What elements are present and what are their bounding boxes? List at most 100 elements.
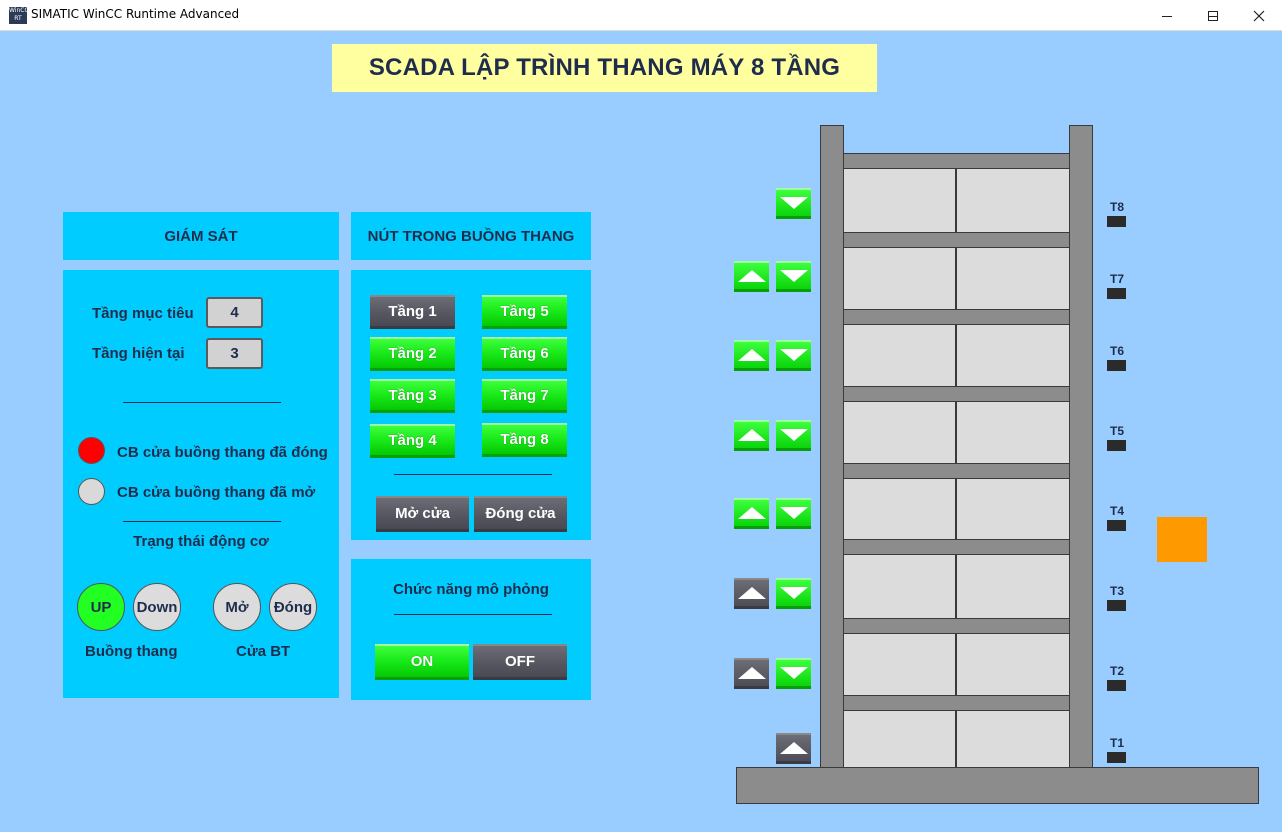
- up-arrow-icon: [737, 270, 766, 282]
- floor-beam: [844, 618, 1069, 634]
- hall-call-down-t2[interactable]: [776, 658, 811, 689]
- floor-room: [957, 634, 1069, 695]
- floor-room: [844, 555, 955, 618]
- floor-room: [844, 711, 955, 767]
- cabin-floor-8-button[interactable]: Tầng 8: [482, 423, 567, 457]
- wincc-app-icon: WinCC RT: [9, 7, 29, 24]
- floor-sensor-t2: [1107, 680, 1126, 691]
- floor-room: [957, 711, 1069, 767]
- open-door-button[interactable]: Mở cửa: [376, 496, 469, 532]
- cabin-floor-5-button[interactable]: Tầng 5: [482, 295, 567, 329]
- floor-sensor-t1: [1107, 752, 1126, 763]
- floor-room: [844, 479, 955, 539]
- door-open-indicator: [78, 478, 105, 505]
- floor-sensor-t4: [1107, 520, 1126, 531]
- floor-label-t6: T6: [1110, 344, 1125, 358]
- simulation-title: Chức năng mô phỏng: [393, 581, 549, 598]
- minimize-button-real[interactable]: [1144, 0, 1190, 31]
- current-floor-value: 3: [206, 338, 263, 369]
- door-label: Cửa BT: [236, 643, 291, 660]
- hall-call-up-t7[interactable]: [734, 261, 769, 292]
- cabin-floor-2-button[interactable]: Tầng 2: [370, 337, 455, 371]
- simulation-on-button[interactable]: ON: [375, 644, 469, 680]
- down-arrow-icon: [779, 197, 808, 209]
- hall-call-up-t6[interactable]: [734, 340, 769, 371]
- up-arrow-icon: [737, 349, 766, 361]
- floor-room: [957, 402, 1069, 463]
- target-floor-value: 4: [206, 297, 263, 328]
- down-arrow-icon: [779, 667, 808, 679]
- monitor-title: GIÁM SÁT: [164, 227, 238, 245]
- close-icon: [1253, 10, 1265, 21]
- hall-call-up-t4[interactable]: [734, 498, 769, 529]
- floor-room: [844, 634, 955, 695]
- floor-label-t3: T3: [1110, 584, 1125, 598]
- cabin-buttons-title: NÚT TRONG BUỒNG THANG: [367, 227, 575, 245]
- up-arrow-icon: [737, 507, 766, 519]
- cabin-floor-1-button[interactable]: Tầng 1: [370, 295, 455, 329]
- hall-call-down-t3[interactable]: [776, 578, 811, 609]
- floor-room: [957, 555, 1069, 618]
- room-divider: [955, 479, 957, 539]
- floor-label-t7: T7: [1110, 272, 1125, 286]
- floor-label-t1: T1: [1110, 736, 1125, 750]
- window-titlebar: WinCC RT SIMATIC WinCC Runtime Advanced: [0, 0, 1282, 31]
- hall-call-up-t1[interactable]: [776, 733, 811, 764]
- cabin-down-indicator: Down: [133, 583, 181, 631]
- down-arrow-icon: [779, 270, 808, 282]
- floor-beam: [844, 539, 1069, 555]
- elevator-cabin: [1157, 517, 1207, 562]
- hall-call-down-t6[interactable]: [776, 340, 811, 371]
- floor-room: [957, 325, 1069, 386]
- hall-call-down-t8[interactable]: [776, 188, 811, 219]
- monitor-panel-header: GIÁM SÁT: [63, 212, 339, 260]
- door-close-motor-indicator: Đóng: [269, 583, 317, 631]
- cabin-floor-6-button[interactable]: Tầng 6: [482, 337, 567, 371]
- hall-call-up-t3[interactable]: [734, 578, 769, 609]
- down-arrow-icon: [779, 587, 808, 599]
- down-arrow-icon: [779, 507, 808, 519]
- cabin-label: Buồng thang: [85, 643, 178, 660]
- monitor-panel: Tầng mục tiêu 4 Tầng hiện tại 3 CB cửa b…: [63, 270, 339, 698]
- motor-status-title: Trạng thái động cơ: [133, 533, 269, 550]
- cabin-floor-7-button[interactable]: Tầng 7: [482, 379, 567, 413]
- floor-sensor-t6: [1107, 360, 1126, 371]
- down-arrow-icon: [779, 429, 808, 441]
- cabin-floor-4-button[interactable]: Tầng 4: [370, 424, 455, 458]
- close-button[interactable]: [1236, 0, 1282, 31]
- room-divider: [955, 169, 957, 232]
- close-door-button[interactable]: Đóng cửa: [474, 496, 567, 532]
- window-title: SIMATIC WinCC Runtime Advanced: [31, 7, 240, 21]
- floor-beam: [844, 232, 1069, 248]
- floor-room: [844, 402, 955, 463]
- floor-room: [957, 248, 1069, 309]
- floor-room: [844, 248, 955, 309]
- floor-beam: [844, 153, 1069, 169]
- up-arrow-icon: [737, 429, 766, 441]
- cabin-up-indicator: UP: [77, 583, 125, 631]
- building-foundation: [736, 767, 1259, 804]
- floor-label-t8: T8: [1110, 200, 1125, 214]
- cabin-floor-3-button[interactable]: Tầng 3: [370, 379, 455, 413]
- simulation-panel: Chức năng mô phỏng ON OFF: [351, 559, 591, 700]
- hall-call-up-t2[interactable]: [734, 658, 769, 689]
- hall-call-down-t4[interactable]: [776, 498, 811, 529]
- simulation-off-button[interactable]: OFF: [473, 644, 567, 680]
- floor-label-t4: T4: [1110, 504, 1125, 518]
- door-closed-label: CB cửa buồng thang đã đóng: [117, 444, 328, 461]
- minimize-icon: [1162, 15, 1172, 17]
- current-floor-label: Tầng hiện tại: [92, 345, 185, 362]
- floor-room: [844, 325, 955, 386]
- floor-label-t5: T5: [1110, 424, 1125, 438]
- up-arrow-icon: [779, 742, 808, 754]
- hall-call-up-t5[interactable]: [734, 420, 769, 451]
- down-arrow-icon: [779, 349, 808, 361]
- hall-call-down-t7[interactable]: [776, 261, 811, 292]
- floor-sensor-t7: [1107, 288, 1126, 299]
- divider: [123, 402, 281, 403]
- up-arrow-icon: [737, 587, 766, 599]
- room-divider: [955, 555, 957, 618]
- room-divider: [955, 711, 957, 767]
- maximize-icon: [1208, 10, 1218, 21]
- hall-call-down-t5[interactable]: [776, 420, 811, 451]
